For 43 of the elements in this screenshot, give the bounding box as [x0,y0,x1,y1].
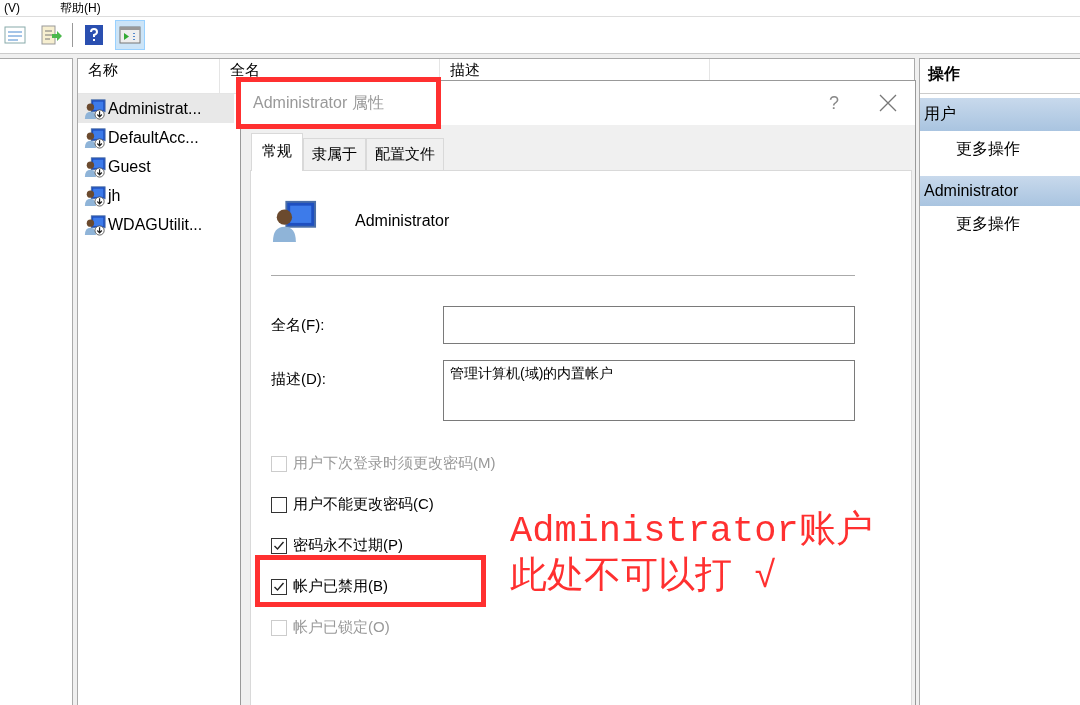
menu-item[interactable]: (V) [4,0,20,16]
checkbox-label: 帐户已锁定(O) [293,618,390,637]
user-icon [84,97,106,120]
checkbox-label: 帐户已禁用(B) [293,577,388,596]
action-link[interactable]: 更多操作 [920,206,1080,243]
user-icon [271,198,317,244]
tab[interactable]: 常规 [251,133,303,171]
user-icon [84,126,106,149]
checkbox-label: 用户不能更改密码(C) [293,495,434,514]
dialog-title: Administrator 属性 [253,92,385,113]
user-icon [84,213,106,236]
user-row[interactable]: Guest [78,152,234,181]
user-row[interactable]: WDAGUtilit... [78,210,234,239]
checkbox-label: 密码永不过期(P) [293,536,403,555]
description-field[interactable]: 管理计算机(域)的内置帐户 [443,360,855,421]
action-link[interactable]: 更多操作 [920,131,1080,168]
field-label: 描述(D): [271,369,327,389]
user-icon [84,155,106,178]
list-icon [4,24,26,46]
export-icon [40,24,62,46]
user-row[interactable]: DefaultAcc... [78,123,234,152]
field-label: 全名(F): [271,315,326,335]
tab[interactable]: 配置文件 [366,138,444,170]
checkbox[interactable] [271,537,287,554]
annotation-text: Administrator账户 此处不可以打 √ [510,509,873,600]
user-row[interactable]: Administrat... [78,94,234,123]
user-icon [84,184,106,207]
panel-icon [119,24,141,46]
input-field[interactable] [443,306,855,344]
user-name: Administrator [355,212,450,230]
actions-header: 操作 [920,59,1080,94]
user-row[interactable]: jh [78,181,234,210]
help-icon [83,24,105,46]
checkbox-label: 用户下次登录时须更改密码(M) [293,454,496,473]
column-header[interactable]: 名称 [78,59,220,93]
section-header[interactable]: Administrator [920,176,1080,206]
section-header[interactable]: 用户 [920,98,1080,131]
close-icon[interactable] [879,94,897,112]
tab[interactable]: 隶属于 [303,138,366,170]
help-button[interactable]: ? [829,92,839,114]
checkbox[interactable] [271,496,287,513]
menu-item[interactable]: 帮助(H) [60,0,101,16]
checkbox[interactable] [271,578,287,595]
